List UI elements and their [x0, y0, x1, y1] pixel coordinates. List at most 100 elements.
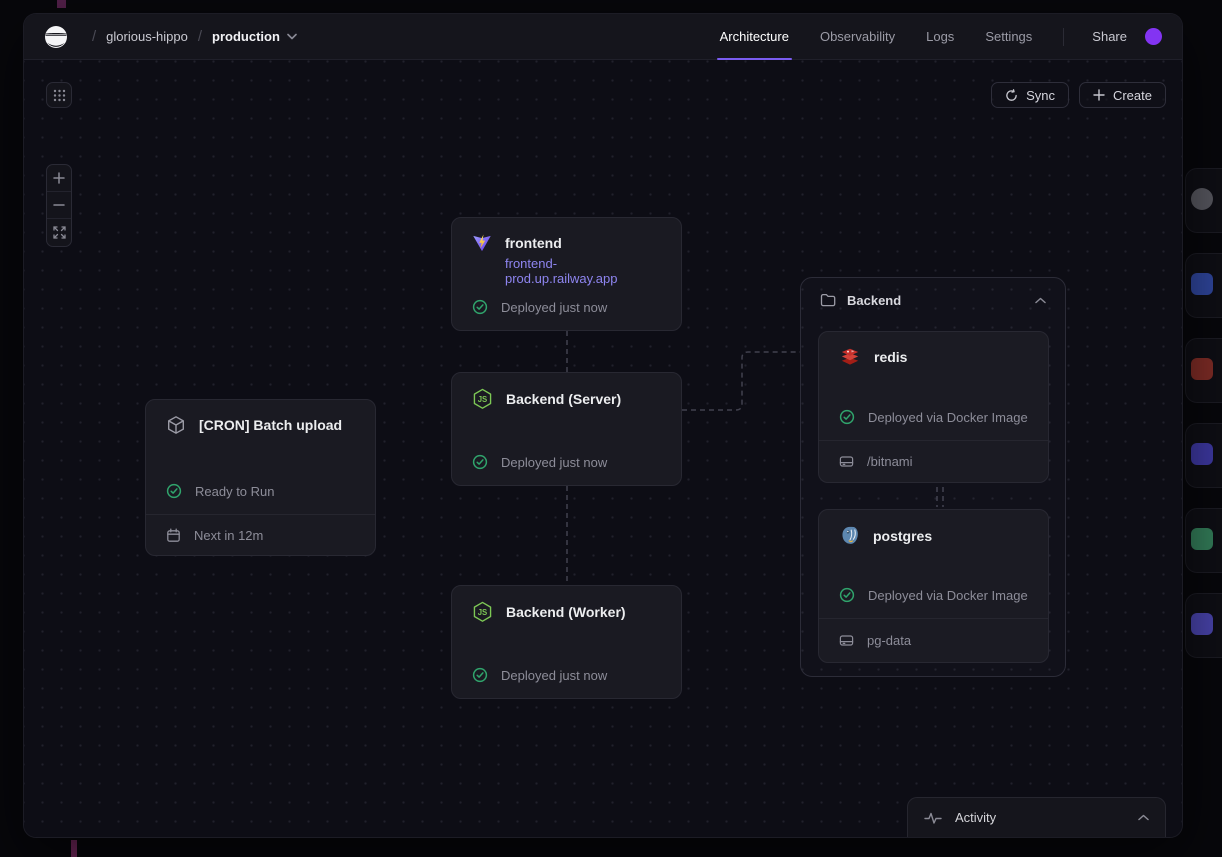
check-circle-icon — [166, 483, 182, 499]
folder-icon — [820, 293, 836, 307]
create-label: Create — [1113, 88, 1152, 103]
sync-icon — [1005, 89, 1018, 102]
zoom-in-button[interactable] — [47, 165, 71, 192]
breadcrumb-separator: / — [198, 28, 202, 45]
project-window: / glorious-hippo / production Architectu… — [24, 14, 1182, 837]
tab-logs[interactable]: Logs — [926, 14, 954, 59]
breadcrumb-project[interactable]: glorious-hippo — [106, 29, 188, 44]
check-circle-icon — [839, 587, 855, 603]
service-name: postgres — [873, 528, 932, 544]
architecture-canvas[interactable]: Sync Create — [24, 60, 1182, 837]
cron-schedule-row: Next in 12m — [146, 514, 375, 555]
service-card-postgres[interactable]: postgres Deployed via Docker Image — [818, 509, 1049, 663]
service-name: Backend (Server) — [506, 391, 621, 407]
volume-path: pg-data — [867, 633, 911, 648]
vite-icon — [472, 233, 492, 253]
volume-path: /bitnami — [867, 454, 913, 469]
deploy-status: Ready to Run — [195, 484, 275, 499]
nav-tabs: Architecture Observability Logs Settings — [720, 14, 1033, 59]
user-avatar[interactable] — [1145, 28, 1162, 45]
expand-icon — [53, 226, 66, 239]
background-template-card — [1185, 338, 1222, 403]
deploy-status: Deployed just now — [501, 300, 607, 315]
plus-icon — [1093, 89, 1105, 101]
activity-pulse-icon — [924, 811, 942, 825]
share-button[interactable]: Share — [1092, 29, 1127, 44]
create-button[interactable]: Create — [1079, 82, 1166, 108]
activity-panel[interactable]: Activity — [907, 797, 1166, 837]
volume-icon — [839, 455, 854, 468]
template-service-icon — [1191, 358, 1213, 380]
zoom-out-button[interactable] — [47, 192, 71, 219]
collapse-group-button[interactable] — [1035, 297, 1046, 304]
service-card-cron[interactable]: [CRON] Batch upload Ready to Run — [145, 399, 376, 556]
background-accent-bar-bottom — [71, 840, 77, 857]
screen: / glorious-hippo / production Architectu… — [0, 0, 1222, 857]
template-service-icon — [1191, 188, 1213, 210]
top-navbar: / glorious-hippo / production Architectu… — [24, 14, 1182, 60]
group-header[interactable]: Backend — [801, 278, 1065, 322]
service-card-backend-server[interactable]: JS Backend (Server) Deployed just now — [451, 372, 682, 486]
check-circle-icon — [839, 409, 855, 425]
service-group-backend[interactable]: Backend — [800, 277, 1066, 677]
background-template-card — [1185, 253, 1222, 318]
group-name: Backend — [847, 293, 901, 308]
deploy-status: Deployed via Docker Image — [868, 588, 1028, 603]
background-template-card — [1185, 508, 1222, 573]
deploy-status: Deployed via Docker Image — [868, 410, 1028, 425]
expand-activity-button[interactable] — [1138, 814, 1149, 821]
next-run-label: Next in 12m — [194, 528, 263, 543]
background-accent-bar-top — [57, 0, 66, 8]
environment-selector[interactable]: production — [212, 29, 297, 44]
background-template-card — [1185, 423, 1222, 488]
railway-logo[interactable] — [44, 25, 68, 49]
template-service-icon — [1191, 613, 1213, 635]
tab-architecture[interactable]: Architecture — [720, 14, 789, 59]
chevron-up-icon — [1035, 297, 1046, 304]
chevron-down-icon — [287, 33, 297, 40]
sync-label: Sync — [1026, 88, 1055, 103]
service-name: frontend — [505, 235, 562, 251]
template-service-icon — [1191, 273, 1213, 295]
service-card-redis[interactable]: redis Deployed via Docker Image — [818, 331, 1049, 483]
background-template-card — [1185, 593, 1222, 658]
tab-settings[interactable]: Settings — [985, 14, 1032, 59]
grid-dots-icon — [53, 89, 66, 102]
activity-label: Activity — [955, 810, 996, 825]
sync-button[interactable]: Sync — [991, 82, 1069, 108]
minus-icon — [53, 199, 65, 211]
service-card-frontend[interactable]: frontend frontend-prod.up.railway.app De… — [451, 217, 682, 331]
check-circle-icon — [472, 667, 488, 683]
canvas-actions: Sync Create — [991, 82, 1166, 108]
check-circle-icon — [472, 454, 488, 470]
svg-text:JS: JS — [478, 608, 488, 617]
nodejs-icon: JS — [472, 388, 493, 410]
environment-name: production — [212, 29, 280, 44]
service-name: [CRON] Batch upload — [199, 417, 342, 433]
background-template-card — [1185, 168, 1222, 233]
cube-icon — [166, 415, 186, 435]
volume-row: /bitnami — [819, 440, 1048, 482]
breadcrumb-separator: / — [92, 28, 96, 45]
edge-server-group — [682, 352, 800, 410]
volume-icon — [839, 634, 854, 647]
tab-observability[interactable]: Observability — [820, 14, 895, 59]
template-service-icon — [1191, 443, 1213, 465]
service-name: Backend (Worker) — [506, 604, 626, 620]
deploy-status: Deployed just now — [501, 668, 607, 683]
service-domain-link[interactable]: frontend-prod.up.railway.app — [505, 256, 661, 286]
volume-row: pg-data — [819, 618, 1048, 662]
template-service-icon — [1191, 528, 1213, 550]
deploy-status: Deployed just now — [501, 455, 607, 470]
zoom-controls — [46, 164, 72, 247]
layout-grid-button[interactable] — [46, 82, 72, 108]
fit-view-button[interactable] — [47, 219, 71, 246]
svg-text:JS: JS — [478, 395, 488, 404]
service-card-backend-worker[interactable]: JS Backend (Worker) Deployed just now — [451, 585, 682, 699]
service-name: redis — [874, 349, 907, 365]
check-circle-icon — [472, 299, 488, 315]
chevron-up-icon — [1138, 814, 1149, 821]
nodejs-icon: JS — [472, 601, 493, 623]
postgresql-icon — [839, 525, 860, 546]
nav-divider — [1063, 28, 1064, 46]
